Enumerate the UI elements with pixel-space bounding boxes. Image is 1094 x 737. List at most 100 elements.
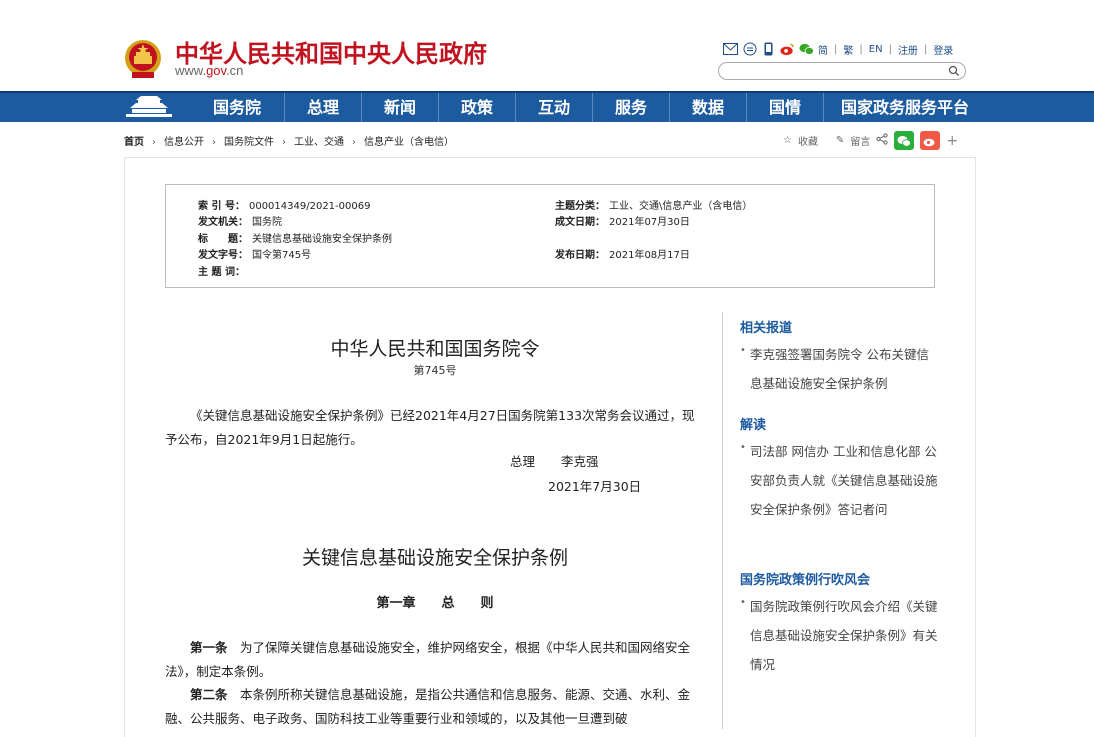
sidebar-section-title: 国务院政策例行吹风会 (740, 573, 871, 588)
info-title: 标 题： 关键信息基础设施安全保护条例 (198, 230, 392, 245)
sidebar-section-title: 解读 (740, 418, 767, 433)
national-emblem-icon[interactable] (124, 38, 162, 80)
info-label: 索 引 号： (198, 201, 245, 212)
document-info-table: 索 引 号： 000014349/2021-00069 主题分类： 工业、交通\信息… (165, 184, 935, 288)
nav-item-data[interactable]: 数据 (669, 93, 746, 122)
info-value: 工业、交通\信息产业（含电信） (609, 201, 753, 212)
chevron-right-icon: › (152, 137, 156, 148)
paragraph-text: 《关键信息基础设施安全保护条例》已经2021年4月27日国务院第133次常务会议… (165, 408, 695, 447)
info-label: 发文字号： (198, 250, 248, 261)
info-topic: 主题分类： 工业、交通\信息产业（含电信） (555, 197, 752, 212)
share-bar: ☆ 收藏 ✎ 留言 + (783, 131, 958, 150)
url-suffix: .cn (226, 63, 244, 78)
signature-name: 李克强 (561, 454, 599, 469)
divider: | (859, 43, 863, 55)
message-icon[interactable] (742, 42, 757, 57)
info-label: 标 题： (198, 234, 248, 245)
info-label: 发布日期： (555, 250, 605, 261)
info-date: 成文日期： 2021年07月30日 (555, 213, 690, 228)
chevron-right-icon: › (212, 137, 216, 148)
info-issuer: 发文机关： 国务院 (198, 213, 282, 228)
breadcrumb-info-public[interactable]: 信息公开 (164, 137, 204, 148)
nav-item-news[interactable]: 新闻 (361, 93, 438, 122)
nav-item-services[interactable]: 服务 (592, 93, 669, 122)
lang-traditional-link[interactable]: 繁 (843, 42, 853, 57)
clause-text: 本条例所称关键信息基础设施，是指公共通信和信息服务、能源、交通、水利、金融、公共… (165, 687, 691, 726)
info-label: 成文日期： (555, 217, 605, 228)
breadcrumb-industry-transport[interactable]: 工业、交通 (294, 137, 344, 148)
signature-role: 总理 (510, 454, 536, 469)
mail-icon[interactable] (723, 42, 738, 57)
login-link[interactable]: 登录 (933, 42, 953, 57)
nav-item-national-info[interactable]: 国情 (746, 93, 823, 122)
share-icon[interactable] (876, 133, 888, 148)
site-url: www.gov.cn (175, 63, 243, 78)
chevron-right-icon: › (352, 137, 356, 148)
sidebar-link[interactable]: 李克强签署国务院令 公布关键信息基础设施安全保护条例 (740, 336, 940, 398)
signature-line: 总理 李克强 (510, 451, 599, 470)
wechat-icon[interactable] (799, 42, 814, 57)
clause-head: 第一条 (190, 640, 228, 655)
sidebar-link[interactable]: 国务院政策例行吹风会介绍《关键信息基础设施安全保护条例》有关情况 (740, 588, 940, 679)
breadcrumb-state-council-docs[interactable]: 国务院文件 (224, 137, 274, 148)
weibo-share-icon[interactable] (920, 131, 941, 150)
info-index: 索 引 号： 000014349/2021-00069 (198, 197, 370, 212)
clause-text: 为了保障关键信息基础设施安全，维护网络安全，根据《中华人民共和国网络安全法》，制… (165, 640, 691, 679)
info-label: 主题分类： (555, 201, 605, 212)
divider: | (888, 43, 892, 55)
info-value: 关键信息基础设施安全保护条例 (252, 234, 392, 245)
lang-simplified-link[interactable]: 简 (818, 42, 828, 57)
info-docno: 发文字号： 国令第745号 (198, 246, 311, 261)
info-keywords: 主 题 词： (198, 263, 245, 278)
article-clause: 第一条 为了保障关键信息基础设施安全，维护网络安全，根据《中华人民共和国网络安全… (165, 636, 705, 684)
nav-item-interaction[interactable]: 互动 (515, 93, 592, 122)
clause-head: 第二条 (190, 687, 228, 702)
chapter-word: 则 (480, 596, 494, 611)
law-title: 关键信息基础设施安全保护条例 (301, 547, 568, 569)
breadcrumb-info-industry[interactable]: 信息产业（含电信） (364, 137, 454, 148)
main-nav: 国务院 总理 新闻 政策 互动 服务 数据 国情 国家政务服务平台 (0, 91, 1094, 122)
sidebar-section-title: 相关报道 (740, 321, 793, 336)
nav-item-gov-service-platform[interactable]: 国家政务服务平台 (823, 93, 986, 122)
plus-icon[interactable]: + (946, 133, 958, 149)
chapter-number: 第一章 (376, 596, 416, 611)
chevron-right-icon: › (282, 137, 286, 148)
mobile-icon[interactable] (761, 42, 776, 57)
article-title: 中华人民共和国国务院令 (330, 338, 540, 360)
comment-link[interactable]: 留言 (850, 133, 870, 148)
search-icon[interactable] (947, 64, 961, 78)
header-tools: 简 | 繁 | EN | 注册 | 登录 (723, 40, 953, 58)
star-icon[interactable]: ☆ (783, 135, 792, 146)
breadcrumb-home[interactable]: 首页 (124, 137, 144, 148)
info-value: 000014349/2021-00069 (248, 201, 371, 212)
wechat-share-icon[interactable] (894, 131, 915, 150)
chapter-word: 总 (441, 596, 455, 611)
info-value: 2021年08月17日 (609, 250, 690, 261)
nav-item-policy[interactable]: 政策 (438, 93, 515, 122)
sidebar-link[interactable]: 司法部 网信办 工业和信息化部 公安部负责人就《关键信息基础设施安全保护条例》答… (740, 433, 940, 524)
nav-item-premier[interactable]: 总理 (284, 93, 361, 122)
lang-english-link[interactable]: EN (869, 44, 883, 55)
pencil-icon[interactable]: ✎ (836, 135, 844, 146)
search-input[interactable] (729, 64, 939, 78)
register-link[interactable]: 注册 (898, 42, 918, 57)
nav-item-state-council[interactable]: 国务院 (190, 93, 284, 122)
url-domain: gov (206, 63, 227, 78)
info-label: 主 题 词： (198, 267, 245, 278)
url-prefix: www. (175, 63, 207, 78)
breadcrumb: 首页 › 信息公开 › 国务院文件 › 工业、交通 › 信息产业（含电信） (124, 133, 454, 148)
tiananmen-logo-icon[interactable] (124, 94, 174, 120)
article-clause: 第二条 本条例所称关键信息基础设施，是指公共通信和信息服务、能源、交通、水利、金… (165, 683, 705, 731)
info-value: 国令第745号 (252, 250, 312, 261)
info-label: 发文机关： (198, 217, 248, 228)
info-value: 2021年07月30日 (609, 217, 690, 228)
info-pubdate: 发布日期： 2021年08月17日 (555, 246, 690, 261)
collect-link[interactable]: 收藏 (798, 133, 818, 148)
weibo-icon[interactable] (780, 42, 795, 57)
divider: | (923, 43, 928, 55)
info-value: 国务院 (252, 217, 282, 228)
signature-date: 2021年7月30日 (548, 479, 642, 494)
divider: | (834, 43, 838, 55)
chapter-heading: 第一章 总 则 (165, 592, 705, 611)
article-paragraph: 《关键信息基础设施安全保护条例》已经2021年4月27日国务院第133次常务会议… (165, 404, 705, 452)
